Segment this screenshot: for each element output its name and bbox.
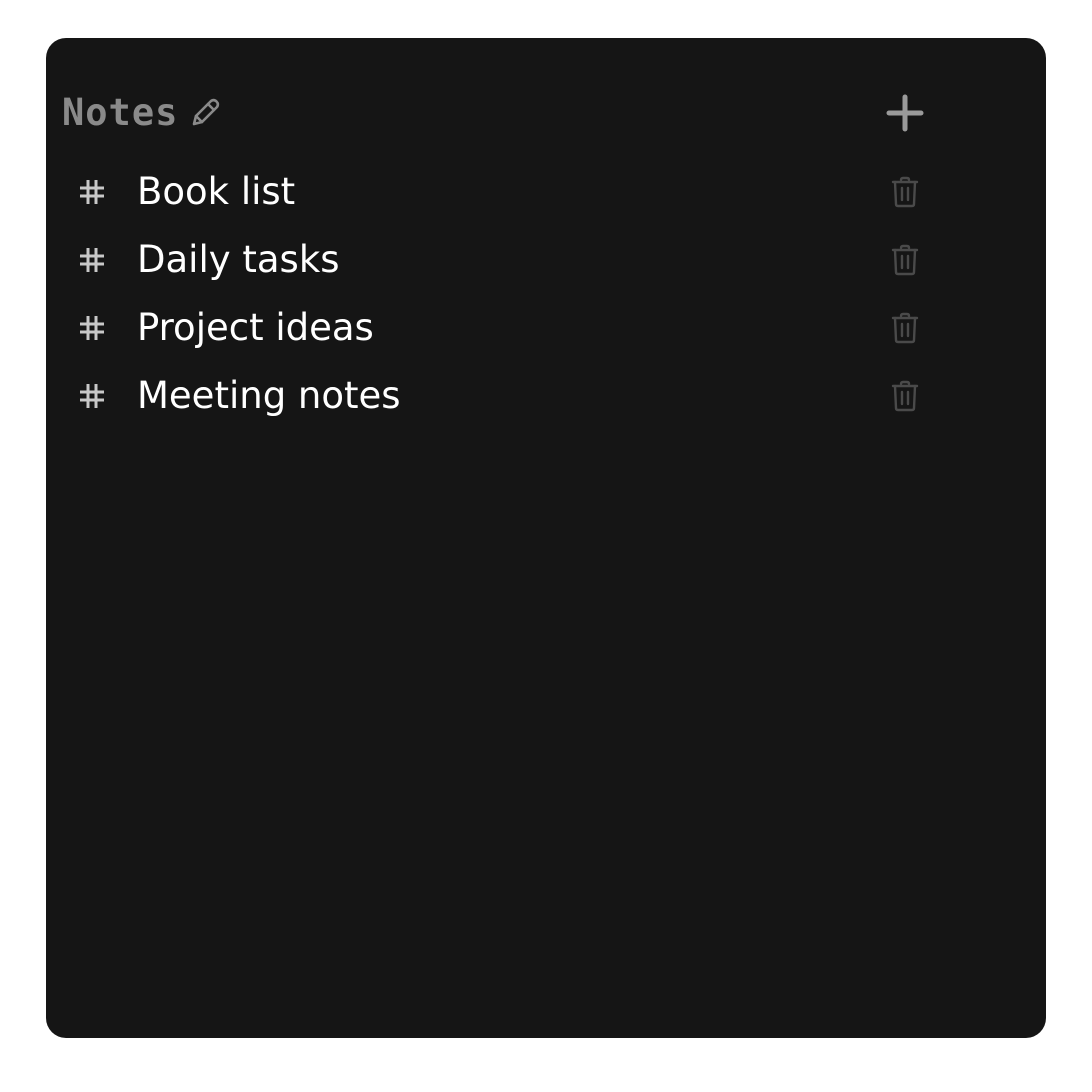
- add-note-button[interactable]: [882, 90, 928, 136]
- note-item-book-list[interactable]: Book list: [62, 158, 942, 226]
- trash-icon[interactable]: [889, 312, 921, 344]
- trash-icon[interactable]: [889, 176, 921, 208]
- notes-header: Notes: [62, 88, 924, 138]
- hash-icon: [77, 313, 107, 343]
- note-item-project-ideas[interactable]: Project ideas: [62, 294, 942, 362]
- trash-icon[interactable]: [889, 380, 921, 412]
- note-label: Book list: [137, 170, 296, 213]
- hash-icon: [77, 381, 107, 411]
- notes-list: Book list Daily tasks Project ideas Meet…: [62, 158, 942, 430]
- header-title-group: Notes: [62, 88, 222, 138]
- hash-icon: [77, 245, 107, 275]
- plus-icon: [886, 94, 924, 132]
- note-label: Daily tasks: [137, 238, 340, 281]
- page-title: Notes: [62, 91, 179, 134]
- note-label: Meeting notes: [137, 374, 401, 417]
- trash-icon[interactable]: [889, 244, 921, 276]
- hash-icon: [77, 177, 107, 207]
- note-label: Project ideas: [137, 306, 374, 349]
- note-item-meeting-notes[interactable]: Meeting notes: [62, 362, 942, 430]
- pencil-icon[interactable]: [188, 96, 222, 130]
- note-item-daily-tasks[interactable]: Daily tasks: [62, 226, 942, 294]
